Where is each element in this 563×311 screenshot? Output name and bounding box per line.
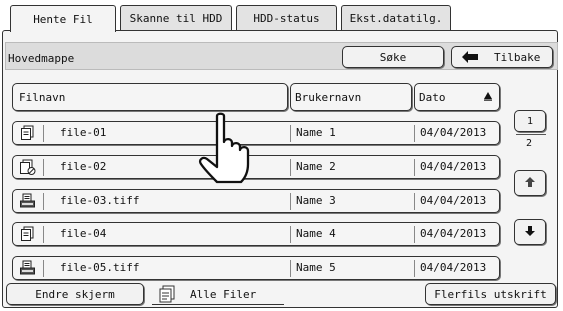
column-divider (43, 159, 44, 176)
page-divider (516, 134, 546, 135)
header-date[interactable]: Dato (414, 83, 500, 111)
file-date: 04/04/2013 (420, 227, 487, 240)
scroll-down-button[interactable] (514, 219, 546, 245)
file-date: 04/04/2013 (420, 126, 487, 139)
document-copy-icon (19, 159, 36, 175)
file-name: file-03.tiff (60, 194, 140, 207)
arrow-up-icon (524, 176, 536, 191)
tab-scan-to-hdd[interactable]: Skanne til HDD (120, 5, 232, 31)
file-name: file-02 (60, 160, 107, 173)
sort-ascending-icon (483, 91, 493, 104)
table-row[interactable]: file-04 Name 4 04/04/2013 (12, 222, 500, 246)
tab-hdd-status[interactable]: HDD-status (236, 5, 337, 31)
page-total: 2 (526, 138, 533, 149)
file-name: file-01 (60, 126, 107, 139)
column-divider (43, 226, 44, 243)
file-date: 04/04/2013 (420, 194, 487, 207)
column-divider (414, 226, 415, 243)
column-divider (43, 193, 44, 210)
scroll-up-button[interactable] (514, 170, 546, 196)
all-files-underline (152, 304, 284, 305)
column-divider (414, 159, 415, 176)
change-screen-button[interactable]: Endre skjerm (6, 283, 144, 305)
file-name: file-04 (60, 227, 107, 240)
user-name: Name 3 (296, 194, 336, 207)
header-username[interactable]: Brukernavn (290, 83, 412, 111)
column-divider (290, 226, 291, 243)
arrow-down-icon (524, 225, 536, 240)
column-divider (414, 260, 415, 277)
user-name: Name 4 (296, 227, 336, 240)
batch-print-button[interactable]: Flerfils utskrift (425, 283, 556, 305)
column-divider (43, 125, 44, 142)
document-icon (19, 226, 36, 242)
tab-external-access[interactable]: Ekst.datatilg. (341, 5, 451, 31)
all-files-label: Alle Filer (190, 288, 257, 301)
file-name: file-05.tiff (60, 261, 140, 274)
folder-label: Hovedmappe (8, 52, 75, 65)
page-current-button[interactable]: 1 (514, 110, 546, 132)
file-date: 04/04/2013 (420, 160, 487, 173)
header-date-label: Dato (419, 90, 446, 104)
column-divider (414, 193, 415, 210)
column-divider (290, 260, 291, 277)
header-filename[interactable]: Filnavn (12, 83, 288, 111)
back-button-label: Tilbake (494, 51, 541, 64)
column-divider (290, 193, 291, 210)
search-button[interactable]: Søke (342, 46, 444, 68)
scanner-icon (19, 260, 36, 276)
column-divider (290, 125, 291, 142)
table-row[interactable]: file-05.tiff Name 5 04/04/2013 (12, 256, 500, 280)
hand-pointer-icon (197, 112, 259, 193)
user-name: Name 2 (296, 160, 336, 173)
user-name: Name 5 (296, 261, 336, 274)
document-icon (19, 125, 36, 141)
tab-retrieve-file[interactable]: Hente Fil (10, 5, 116, 32)
file-date: 04/04/2013 (420, 261, 487, 274)
back-button[interactable]: Tilbake (451, 46, 553, 68)
scanner-icon (19, 193, 36, 209)
column-divider (43, 260, 44, 277)
all-files-icon (158, 285, 176, 306)
user-name: Name 1 (296, 126, 336, 139)
column-divider (290, 159, 291, 176)
column-divider (414, 125, 415, 142)
arrow-left-icon (461, 50, 479, 67)
